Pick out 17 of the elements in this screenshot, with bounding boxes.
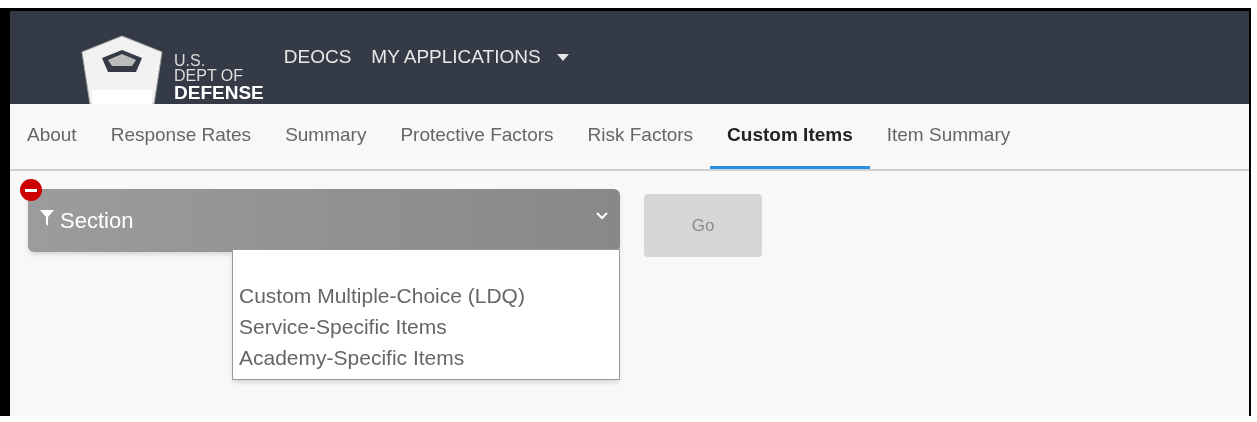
chevron-down-icon: [596, 211, 608, 220]
tab[interactable]: Item Summary: [869, 104, 1028, 169]
remove-icon[interactable]: [20, 179, 42, 201]
dropdown-option[interactable]: Academy-Specific Items: [239, 342, 613, 373]
applications-menu-button[interactable]: MY APPLICATIONS: [371, 43, 569, 72]
caret-icon: [556, 54, 569, 61]
nav-link[interactable]: DEOCS: [283, 43, 352, 72]
dropdown-option[interactable]: Service-Specific Items: [239, 311, 613, 342]
tab[interactable]: Response Rates: [93, 104, 269, 169]
logo-text: U.S. DEPT OF DEFENSE: [174, 53, 264, 102]
tab[interactable]: Protective Factors: [383, 104, 571, 169]
tab[interactable]: Summary: [268, 104, 384, 169]
tab[interactable]: Risk Factors: [570, 104, 711, 169]
tab[interactable]: Custom Items: [710, 104, 870, 169]
tab[interactable]: About: [10, 104, 94, 169]
filter-icon: [40, 209, 54, 226]
dropdown-option[interactable]: Custom Multiple-Choice (LDQ): [239, 280, 613, 311]
